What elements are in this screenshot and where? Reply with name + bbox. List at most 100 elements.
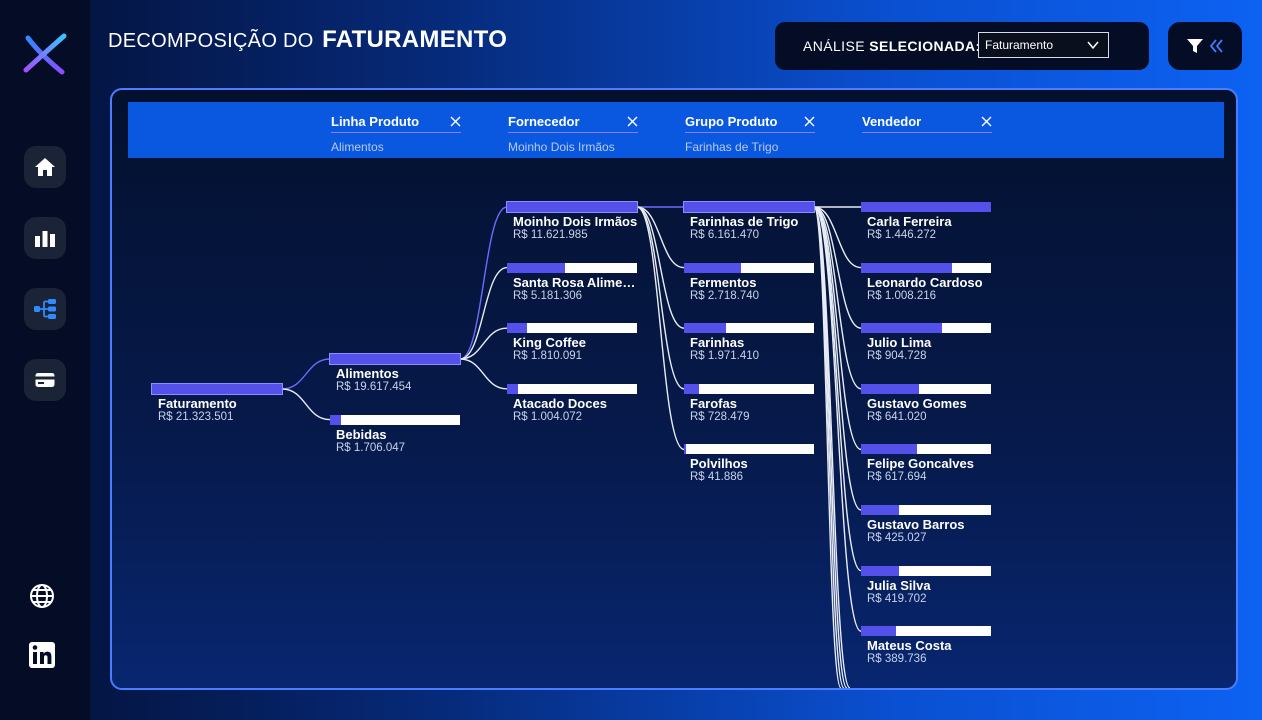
node-bar-fill: [861, 202, 991, 212]
node-label: Farinhas de Trigo: [690, 214, 799, 229]
node-label: Mateus Costa: [867, 638, 952, 654]
tree-node[interactable]: Polvilhos R$ 41.886: [684, 444, 814, 488]
node-bar-fill: [684, 444, 686, 455]
node-bar-track: [684, 383, 814, 394]
node-bar-track: [152, 384, 282, 394]
page-title-light: DECOMPOSIÇÃO DO: [108, 30, 314, 52]
tree-node[interactable]: Mateus Costa R$ 389.736: [861, 626, 991, 670]
node-label: Julio Lima: [867, 335, 932, 351]
node-label: Farinhas: [690, 335, 745, 351]
tree-node[interactable]: King Coffee R$ 1.810.091: [507, 323, 637, 367]
tree-node[interactable]: Farinhas de Trigo R$ 6.161.470: [684, 202, 814, 246]
node-value: R$ 6.161.470: [690, 229, 760, 241]
node-label: Moinho Dois Irmãos: [513, 214, 638, 229]
page-title: DECOMPOSIÇÃO DO FATURAMENTO: [108, 26, 507, 54]
node-value: R$ 641.020: [867, 410, 927, 423]
tree-connector: [459, 358, 508, 390]
page-title-bold: FATURAMENTO: [322, 26, 508, 53]
home-icon: [35, 158, 55, 176]
credit-card-icon: [35, 373, 55, 387]
globe-icon[interactable]: [28, 582, 56, 610]
node-value: R$ 5.181.306: [513, 289, 583, 302]
node-value: R$ 904.728: [867, 350, 927, 363]
chevron-down-icon: [1087, 41, 1099, 50]
filter-panel-button[interactable]: [1168, 22, 1242, 70]
analysis-label: ANÁLISE SELECIONADA:: [803, 38, 981, 54]
node-value: R$ 1.008.216: [867, 289, 937, 302]
node-bar-fill: [330, 414, 342, 425]
node-label: Santa Rosa Aliment...: [513, 274, 639, 290]
tree-node[interactable]: Carla Ferreira R$ 1.446.272: [861, 202, 991, 246]
linkedin-icon[interactable]: [28, 641, 56, 669]
sidebar-item-decomposition-tree[interactable]: [24, 288, 66, 330]
node-bar-track: [507, 202, 637, 212]
analysis-selector-box: ANÁLISE SELECIONADA: Faturamento: [775, 22, 1149, 70]
node-label: Polvilhos: [690, 456, 748, 472]
tree-node[interactable]: Gustavo Barros R$ 425.027: [861, 505, 991, 549]
analysis-dropdown[interactable]: Faturamento: [978, 32, 1109, 58]
node-bar-fill: [684, 262, 742, 273]
node-value: R$ 617.694: [867, 471, 927, 484]
node-value: R$ 19.617.454: [336, 381, 412, 393]
tree-node[interactable]: Leonardo Cardoso R$ 1.008.216: [861, 262, 991, 307]
node-value: R$ 1.971.410: [690, 350, 760, 363]
node-bar-fill: [861, 444, 917, 455]
node-label: Gustavo Barros: [867, 517, 965, 532]
node-bar-fill: [861, 505, 900, 515]
node-value: R$ 419.702: [867, 592, 927, 605]
node-value: R$ 41.886: [690, 471, 744, 484]
tree-root-node[interactable]: Faturamento R$ 21.323.501: [152, 384, 282, 428]
tree-connector: [281, 388, 331, 421]
tree-node[interactable]: Bebidas R$ 1.706.047: [330, 414, 460, 459]
sidebar-item-home[interactable]: [24, 146, 66, 188]
tree-connector: [636, 206, 685, 390]
tree-node[interactable]: Felipe Goncalves R$ 617.694: [861, 444, 991, 488]
analysis-dropdown-value: Faturamento: [985, 38, 1054, 52]
tree-node[interactable]: Julio Lima R$ 904.728: [861, 323, 991, 367]
bar-chart-icon: [35, 231, 55, 247]
node-value: R$ 728.479: [690, 410, 750, 423]
sidebar: [0, 0, 90, 720]
node-label: Bebidas: [336, 426, 387, 442]
node-value: R$ 11.621.985: [513, 229, 588, 241]
node-bar-track: [330, 354, 460, 364]
tree-connector: [459, 206, 508, 360]
tree-node[interactable]: Alimentos R$ 19.617.454: [330, 354, 460, 398]
tree-node[interactable]: Gustavo Gomes R$ 641.020: [861, 383, 991, 428]
decomposition-tree-panel: Linha Produto Alimentos Fornecedor Moinh…: [110, 88, 1238, 690]
node-value: R$ 1.004.072: [513, 410, 583, 423]
tree-connector: [636, 206, 685, 451]
tree-node[interactable]: Atacado Doces R$ 1.004.072: [507, 383, 637, 428]
node-bar-fill: [507, 262, 565, 273]
filter-icon: [1187, 39, 1203, 53]
tree-node[interactable]: Farofas R$ 728.479: [684, 383, 814, 428]
node-bar-fill: [861, 262, 952, 273]
sidebar-item-card[interactable]: [24, 359, 66, 401]
tree-node[interactable]: Moinho Dois Irmãos R$ 11.621.985: [507, 202, 637, 246]
node-bar-fill: [861, 383, 919, 394]
node-label: Farofas: [690, 395, 737, 411]
node-bar-fill: [507, 383, 519, 394]
node-label: Julia Silva: [867, 577, 931, 593]
node-bar-track: [684, 444, 814, 455]
tree-node[interactable]: Julia Silva R$ 419.702: [861, 565, 991, 610]
tree-node[interactable]: Farinhas R$ 1.971.410: [684, 323, 814, 367]
node-bar-fill: [684, 323, 726, 334]
node-value: R$ 21.323.501: [158, 411, 234, 423]
app-window: DECOMPOSIÇÃO DO FATURAMENTO ANÁLISE SELE…: [0, 0, 1262, 720]
node-bar-fill: [684, 383, 700, 394]
analysis-label-bold: SELECIONADA:: [869, 38, 981, 54]
tree-node[interactable]: Fermentos R$ 2.718.740: [684, 262, 814, 307]
node-label: Faturamento: [158, 396, 237, 411]
node-bar-fill: [861, 323, 943, 334]
node-label: Fermentos: [690, 274, 757, 290]
node-value: R$ 2.718.740: [690, 289, 760, 302]
tree-connector: [636, 206, 685, 329]
tree-node[interactable]: Santa Rosa Aliment... R$ 5.181.306: [507, 262, 639, 307]
node-label: Gustavo Gomes: [867, 395, 967, 411]
sidebar-item-bar-chart[interactable]: [24, 217, 66, 259]
node-label: King Coffee: [513, 335, 586, 351]
node-label: Alimentos: [336, 366, 399, 381]
node-label: Felipe Goncalves: [867, 456, 974, 472]
node-value: R$ 425.027: [867, 532, 927, 544]
